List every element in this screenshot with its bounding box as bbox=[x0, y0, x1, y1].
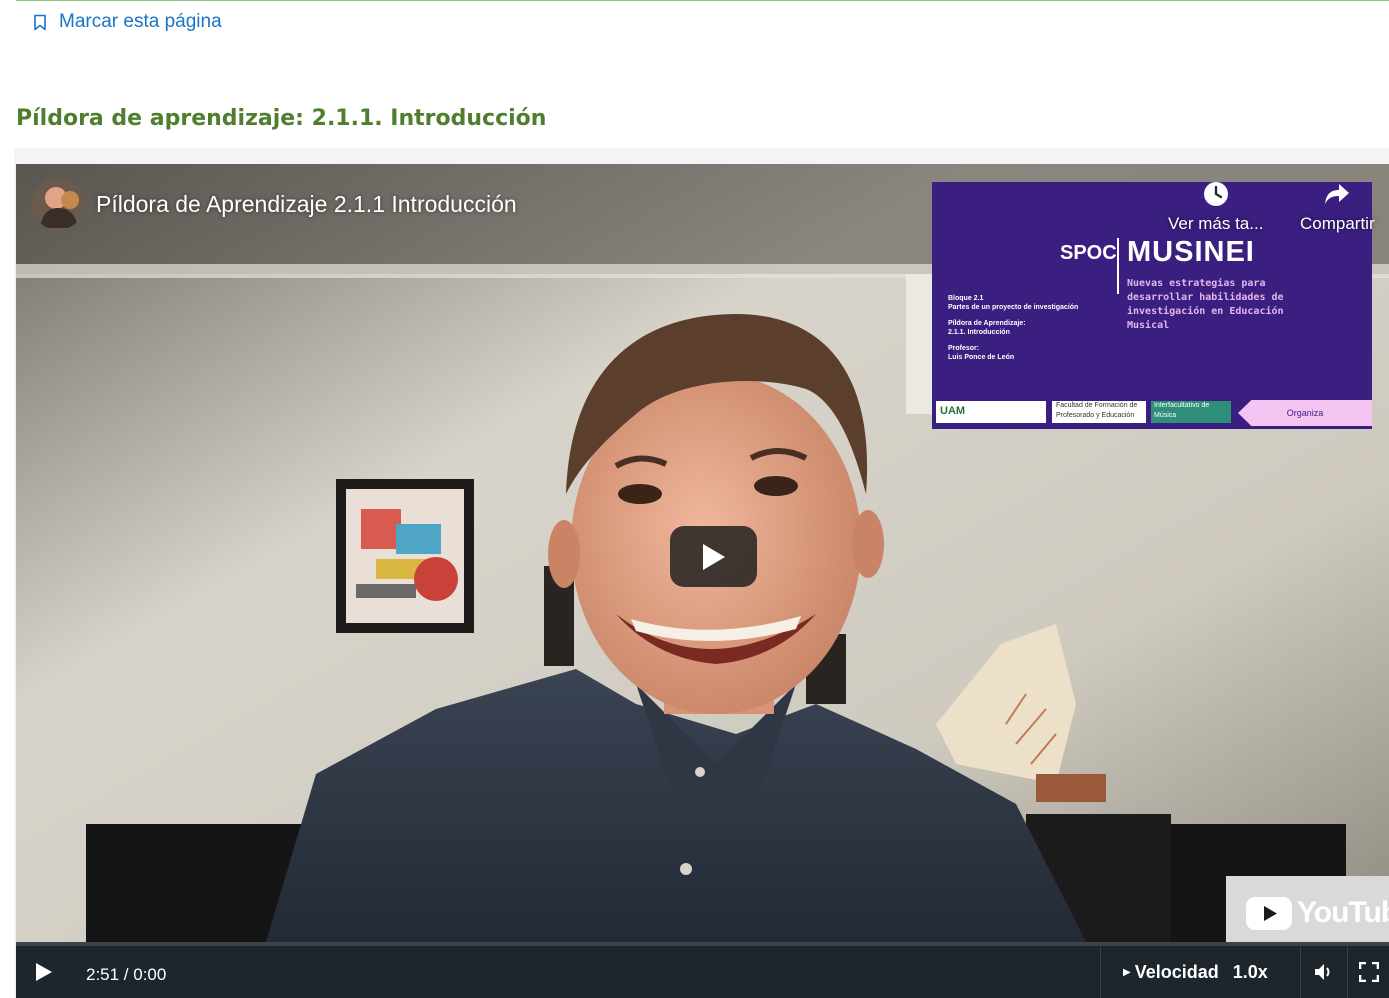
video-title-row: Píldora de Aprendizaje 2.1.1 Introducció… bbox=[32, 178, 517, 230]
youtube-wordmark: YouTube bbox=[1297, 896, 1389, 929]
channel-avatar[interactable] bbox=[32, 178, 84, 230]
slide-professor-name: Luis Ponce de León bbox=[948, 354, 1015, 361]
speed-value: 1.0x bbox=[1232, 961, 1268, 982]
video-player[interactable]: Píldora de Aprendizaje 2.1.1 Introducció… bbox=[16, 164, 1389, 942]
youtube-play-logo-icon bbox=[1246, 896, 1292, 930]
slide-brand: MUSINEI bbox=[1127, 236, 1255, 268]
slide-pill-label: Píldora de Aprendizaje: bbox=[948, 320, 1026, 327]
fullscreen-icon bbox=[1359, 962, 1379, 982]
organizer-tag: Organiza bbox=[1238, 400, 1372, 426]
play-icon bbox=[702, 543, 725, 570]
slide-spoc-label: SPOC bbox=[1060, 242, 1117, 264]
video-title[interactable]: Píldora de Aprendizaje 2.1.1 Introducció… bbox=[96, 191, 517, 218]
time-display: 2:51 / 0:00 bbox=[86, 965, 167, 984]
slide-subtitle: Nuevas estrategias para desarrollar habi… bbox=[1127, 278, 1284, 331]
youtube-logo[interactable]: YouTube bbox=[1246, 896, 1389, 930]
video-control-bar: 2:51 / 0:00 ▶ Velocidad 1.0x bbox=[16, 942, 1389, 998]
play-icon[interactable] bbox=[32, 960, 56, 984]
volume-button[interactable] bbox=[1300, 946, 1347, 998]
slide-block-desc: Partes de un proyecto de investigación bbox=[948, 304, 1079, 311]
bookmark-label: Marcar esta página bbox=[59, 11, 222, 32]
slide-block: Bloque 2.1 bbox=[948, 295, 984, 302]
watch-later-button[interactable]: Ver más ta... bbox=[1168, 180, 1263, 234]
uam-logo: UAM bbox=[936, 401, 1046, 423]
speed-label: Velocidad bbox=[1134, 961, 1219, 982]
share-arrow-icon bbox=[1325, 184, 1350, 204]
slide-pill-value: 2.1.1. Introducción bbox=[948, 329, 1010, 336]
top-divider bbox=[16, 0, 1389, 1]
large-play-button[interactable] bbox=[670, 526, 757, 587]
bookmark-icon bbox=[34, 14, 46, 30]
slide-professor-label: Profesor: bbox=[948, 345, 980, 352]
volume-icon bbox=[1315, 964, 1330, 980]
caret-right-icon: ▶ bbox=[1123, 966, 1131, 978]
watch-later-label: Ver más ta... bbox=[1168, 214, 1264, 233]
clock-icon bbox=[1203, 182, 1228, 206]
bookmark-page-link[interactable]: Marcar esta página bbox=[32, 11, 222, 33]
faculty-logo: Facultad de Formación de Profesorado y E… bbox=[1052, 401, 1146, 423]
slide-details: Bloque 2.1 Partes de un proyecto de inves… bbox=[948, 294, 1113, 369]
slide-divider bbox=[1117, 238, 1119, 294]
unit-title: Píldora de aprendizaje: 2.1.1. Introducc… bbox=[16, 106, 547, 131]
share-label: Compartir bbox=[1300, 214, 1375, 233]
interfaculty-logo: Interfacultativo de Música bbox=[1151, 401, 1231, 423]
fullscreen-button[interactable] bbox=[1347, 946, 1389, 998]
share-button[interactable]: Compartir bbox=[1300, 180, 1375, 234]
speed-menu-button[interactable]: ▶ Velocidad 1.0x bbox=[1100, 946, 1291, 998]
slide-logo-strip: UAM Facultad de Formación de Profesorado… bbox=[932, 399, 1372, 429]
